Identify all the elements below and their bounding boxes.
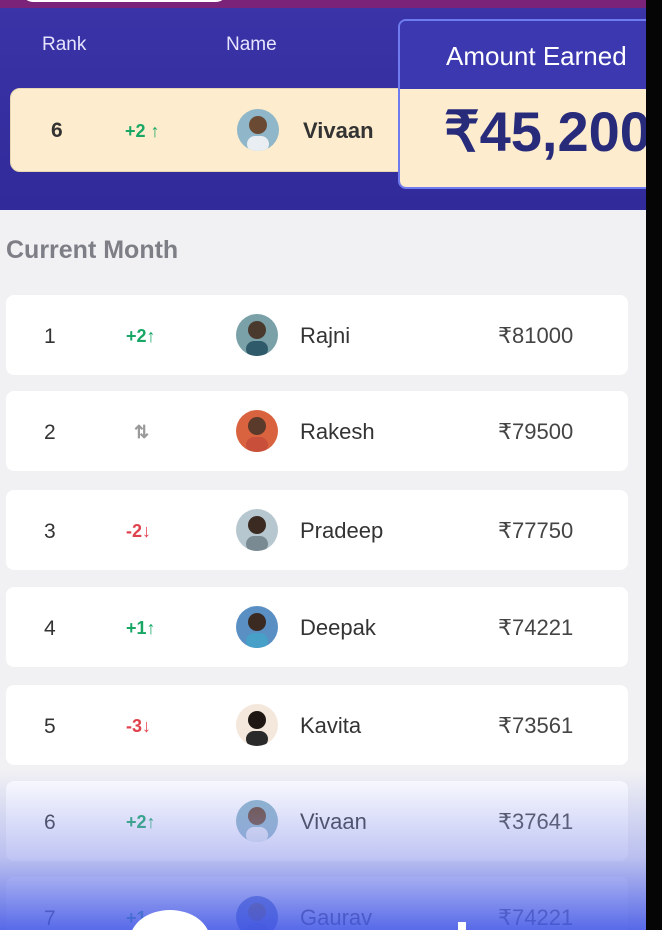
row-name: Rajni	[300, 323, 351, 348]
leaderboard-row[interactable]: 5 -3↓ Kavita ₹73561	[6, 685, 628, 765]
amount-earned-label: Amount Earned	[446, 41, 627, 71]
row-name: Vivaan	[300, 809, 367, 834]
avatar	[236, 410, 278, 452]
avatar	[236, 800, 278, 842]
row-rank: 7	[44, 907, 56, 930]
row-rank-change-value: +2	[126, 812, 147, 832]
row-name: Gaurav	[300, 905, 373, 930]
arrow-up-icon: ↑	[150, 121, 160, 141]
avatar	[236, 606, 278, 648]
my-rank-row[interactable]: 6 +2 ↑ Vivaan	[10, 88, 432, 172]
row-rank: 4	[44, 617, 56, 640]
amount-earned-card: Amount Earned ₹45,200	[398, 19, 662, 189]
row-amount: ₹37641	[498, 809, 574, 834]
row-rank-change-value: +2	[126, 326, 147, 346]
row-rank: 5	[44, 715, 56, 738]
row-amount: ₹79500	[498, 419, 574, 444]
row-rank-change: +2↑	[126, 812, 156, 833]
arrow-up-icon: ↑	[146, 326, 156, 346]
row-amount: ₹77750	[498, 518, 574, 543]
my-avatar	[237, 109, 279, 151]
avatar	[236, 896, 278, 930]
row-rank-change-value: -2	[126, 521, 143, 541]
row-rank-change-value: +1	[126, 618, 147, 638]
screen-edge	[646, 0, 662, 930]
row-rank: 3	[44, 520, 56, 543]
row-rank: 2	[44, 421, 56, 444]
arrow-up-icon: ↑	[146, 618, 156, 638]
amount-earned-value: ₹45,200	[444, 100, 651, 163]
my-rank-change: +2 ↑	[125, 121, 160, 142]
row-rank-change: +2↑	[126, 326, 156, 347]
leaderboard-row[interactable]: 6 +2↑ Vivaan ₹37641	[6, 781, 628, 861]
amount-earned-body: ₹45,200	[400, 89, 662, 187]
rank-column-header: Rank	[42, 34, 87, 55]
row-rank: 1	[44, 325, 56, 348]
row-amount: ₹81000	[498, 323, 574, 348]
bottom-overlay-mark	[458, 922, 466, 930]
row-name: Rakesh	[300, 419, 375, 444]
leaderboard-row[interactable]: 2 ⇅ Rakesh ₹79500	[6, 391, 628, 471]
name-column-header: Name	[226, 34, 277, 55]
section-title: Current Month	[6, 236, 179, 264]
arrow-up-icon: ↑	[146, 812, 156, 832]
leaderboard-row[interactable]: 7+1↑Gaurav₹74221	[6, 877, 628, 930]
leaderboard-row[interactable]: 4 +1↑ Deepak ₹74221	[6, 587, 628, 667]
swap-vertical-icon: ⇅	[134, 422, 150, 442]
row-rank-change: +1↑	[126, 618, 156, 639]
row-rank-change-value: -3	[126, 716, 143, 736]
arrow-down-icon: ↓	[142, 716, 152, 736]
amount-earned-header: Amount Earned	[400, 21, 662, 89]
row-rank-change: -2↓	[126, 521, 151, 542]
leaderboard-row[interactable]: 3 -2↓ Pradeep ₹77750	[6, 490, 628, 570]
row-rank-change: ⇅	[134, 422, 149, 443]
leaderboard-row[interactable]: 1 +2↑ Rajni ₹81000	[6, 295, 628, 375]
row-amount: ₹74221	[498, 905, 574, 930]
my-rank: 6	[51, 119, 63, 142]
row-amount: ₹73561	[498, 713, 574, 738]
my-rank-change-value: +2	[125, 121, 146, 141]
row-name: Kavita	[300, 713, 362, 738]
row-amount: ₹74221	[498, 615, 574, 640]
arrow-down-icon: ↓	[142, 521, 152, 541]
avatar	[236, 314, 278, 356]
top-tab-pill[interactable]	[22, 0, 227, 2]
row-name: Pradeep	[300, 518, 384, 543]
row-rank: 6	[44, 811, 56, 834]
row-name: Deepak	[300, 615, 376, 640]
row-rank-change: -3↓	[126, 716, 151, 737]
avatar	[236, 704, 278, 746]
avatar	[236, 509, 278, 551]
my-name: Vivaan	[303, 118, 374, 143]
